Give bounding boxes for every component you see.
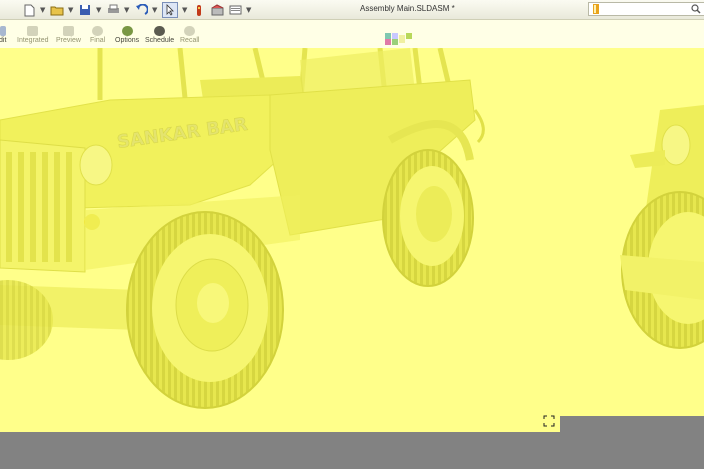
view-icon[interactable] <box>228 3 242 17</box>
final-button[interactable]: Final <box>90 26 105 44</box>
chevron-down-icon[interactable]: ▼ <box>68 6 74 14</box>
integrated-button[interactable]: Integrated <box>17 26 49 44</box>
options-icon[interactable] <box>210 3 224 17</box>
options-button-label: Options <box>115 37 140 44</box>
options-button[interactable]: Options <box>115 26 139 44</box>
window-title: Assembly Main.SLDASM * <box>360 4 455 13</box>
print-icon[interactable] <box>106 3 120 17</box>
title-bar: ▼ ▼ ▼ ▼ ▼ ▼ ▼ Assembly Main.SLDASM * <box>0 0 704 20</box>
final-icon <box>92 26 104 36</box>
preview-button-label: Preview <box>56 37 81 44</box>
final-button-label: Final <box>90 37 106 44</box>
chevron-down-icon[interactable]: ▼ <box>124 6 130 14</box>
view-orientation-icon[interactable] <box>385 31 415 47</box>
chevron-down-icon[interactable]: ▼ <box>152 6 158 14</box>
undo-icon[interactable] <box>134 3 148 17</box>
integrated-button-label: Integrated <box>17 37 49 44</box>
jeep-assembly-model[interactable]: SANKAR BAR <box>0 48 704 432</box>
open-folder-icon[interactable] <box>50 3 64 17</box>
schedule-button[interactable]: Schedule <box>145 26 174 44</box>
status-bar <box>0 432 704 469</box>
status-panel <box>560 416 704 432</box>
preview-button[interactable]: Preview <box>56 26 81 44</box>
edit-icon <box>0 26 6 36</box>
save-icon[interactable] <box>78 3 92 17</box>
quick-access-toolbar: ▼ ▼ ▼ ▼ ▼ ▼ ▼ <box>22 2 252 18</box>
recall-icon <box>184 26 196 36</box>
zoom-to-fit-icon[interactable] <box>543 415 555 427</box>
graphics-viewport[interactable]: SANKAR BAR <box>0 48 704 432</box>
edit-button[interactable]: dit <box>0 26 6 44</box>
schedule-icon <box>154 26 166 36</box>
chevron-down-icon[interactable]: ▼ <box>182 6 188 14</box>
schedule-button-label: Schedule <box>145 37 175 44</box>
preview-icon <box>62 26 74 36</box>
solidworks-resources-icon <box>593 4 599 14</box>
options-gear-icon <box>121 26 133 36</box>
new-document-icon[interactable] <box>22 3 36 17</box>
command-ribbon: dit Integrated Preview Final Options Sch… <box>0 20 704 48</box>
chevron-down-icon[interactable]: ▼ <box>40 6 46 14</box>
chevron-down-icon[interactable]: ▼ <box>96 6 102 14</box>
search-icon[interactable] <box>691 4 701 14</box>
rebuild-icon[interactable] <box>192 3 206 17</box>
edit-button-label: dit <box>0 37 7 44</box>
search-box[interactable] <box>588 2 704 16</box>
integrated-icon <box>27 26 39 36</box>
recall-button[interactable]: Recall <box>180 26 199 44</box>
select-arrow-icon[interactable] <box>162 2 178 18</box>
recall-button-label: Recall <box>180 37 200 44</box>
chevron-down-icon[interactable]: ▼ <box>246 6 252 14</box>
